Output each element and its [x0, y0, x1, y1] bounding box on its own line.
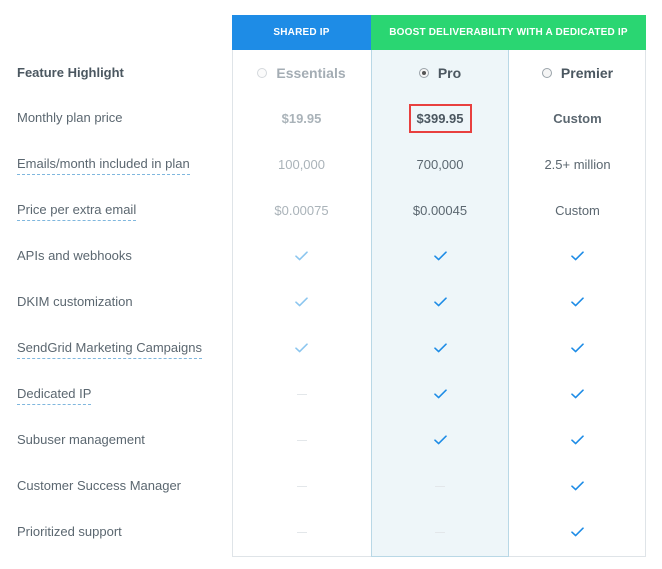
cell-value-essentials: $0.00075: [232, 199, 371, 221]
checkmark-icon: [232, 291, 371, 313]
value-text: 700,000: [416, 156, 464, 172]
dash-icon: [232, 429, 371, 451]
checkmark-icon: [509, 521, 646, 543]
dash-icon: [232, 475, 371, 497]
value-text: Custom: [553, 110, 602, 126]
value-text: $19.95: [281, 110, 322, 126]
dash-icon: [371, 521, 509, 543]
radio-button-icon[interactable]: [541, 68, 552, 78]
feature-label[interactable]: Price per extra email: [17, 201, 137, 221]
value-text: 2.5+ million: [544, 156, 611, 172]
cell-value-premier: Custom: [509, 199, 646, 221]
cell-value-pro: 700,000: [371, 153, 509, 175]
feature-label[interactable]: SendGrid Marketing Campaigns: [17, 339, 202, 359]
feature-label: Subuser management: [17, 432, 145, 447]
not-included-dash: [296, 393, 307, 395]
dash-icon: [232, 383, 371, 405]
feature-label: DKIM customization: [17, 294, 133, 309]
checkmark-icon: [509, 245, 646, 267]
value-text: $0.00045: [412, 202, 468, 218]
checkmark-icon: [509, 475, 646, 497]
checkmark-icon: [371, 383, 509, 405]
not-included-dash: [435, 485, 445, 487]
radio-button-selected-icon[interactable]: [418, 68, 429, 78]
plan-option-premier[interactable]: Premier: [509, 63, 646, 83]
dash-icon: [232, 521, 371, 543]
highlighted-price: $399.95: [408, 103, 472, 133]
checkmark-icon: [509, 291, 646, 313]
feature-label: Monthly plan price: [17, 110, 123, 125]
not-included-dash: [296, 439, 307, 441]
dedicated-ip-header: BOOST DELIVERABILITY WITH A DEDICATED IP: [371, 15, 646, 50]
shared-ip-header: SHARED IP: [232, 15, 371, 50]
plan-name: Premier: [560, 65, 614, 81]
checkmark-icon: [371, 245, 509, 267]
value-text: Custom: [555, 202, 600, 218]
radio-button-icon[interactable]: [257, 68, 268, 78]
cell-value-pro: $399.95: [371, 103, 509, 133]
feature-label: Customer Success Manager: [17, 478, 182, 493]
cell-value-essentials: $19.95: [232, 107, 371, 129]
cell-value-pro: $0.00045: [371, 199, 509, 221]
value-text: 100,000: [278, 156, 325, 172]
checkmark-icon: [509, 429, 646, 451]
feature-label[interactable]: Emails/month included in plan: [17, 155, 190, 175]
plan-name: Essentials: [276, 65, 346, 81]
feature-label[interactable]: Dedicated IP: [17, 385, 92, 405]
checkmark-icon: [509, 337, 646, 359]
not-included-dash: [296, 485, 307, 487]
checkmark-icon: [509, 383, 646, 405]
cell-value-essentials: 100,000: [232, 153, 371, 175]
checkmark-icon: [371, 337, 509, 359]
value-text: $0.00075: [274, 202, 329, 218]
checkmark-icon: [232, 337, 371, 359]
plan-option-essentials[interactable]: Essentials: [232, 63, 371, 83]
dash-icon: [371, 475, 509, 497]
cell-value-premier: 2.5+ million: [509, 153, 646, 175]
checkmark-icon: [371, 291, 509, 313]
plan-option-pro[interactable]: Pro: [371, 63, 509, 83]
checkmark-icon: [232, 245, 371, 267]
not-included-dash: [435, 531, 445, 533]
plan-name: Pro: [437, 65, 462, 81]
not-included-dash: [296, 531, 307, 533]
checkmark-icon: [371, 429, 509, 451]
feature-highlight-label: Feature Highlight: [17, 65, 124, 80]
cell-value-premier: Custom: [509, 107, 646, 129]
feature-label: Prioritized support: [17, 524, 122, 539]
feature-label: APIs and webhooks: [17, 248, 132, 263]
